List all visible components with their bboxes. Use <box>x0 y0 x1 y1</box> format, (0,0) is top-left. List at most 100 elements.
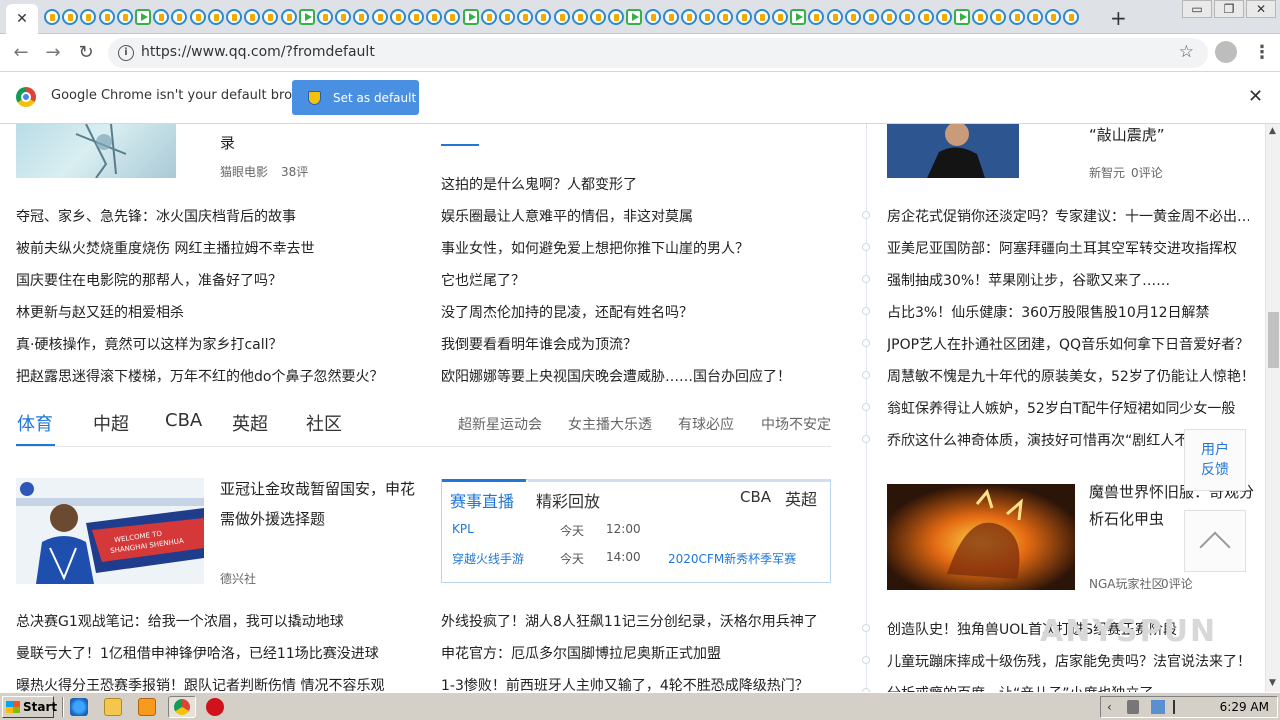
tab-favicon-icon[interactable] <box>972 9 989 25</box>
headline-link[interactable]: 真·硬核操作，竟然可以这样为家乡打call？ <box>16 334 283 354</box>
menu-kebab-icon[interactable]: ⋮ <box>1253 42 1271 63</box>
headline-link[interactable]: 曝热火得分王恐赛季报销！跟队记者判断伤情 情况不容乐观 <box>16 675 384 692</box>
tab-favicon-icon[interactable] <box>480 9 497 25</box>
page-scrollbar[interactable]: ▲ ▼ <box>1265 124 1280 692</box>
right-feature-title[interactable]: “敲山震虎” <box>1089 124 1165 145</box>
headline-link[interactable]: 把赵露思迷得滚下楼梯，万年不红的他do个鼻子忽然要火？ <box>16 366 383 386</box>
tab-favicon-icon[interactable] <box>371 9 388 25</box>
news-thumbnail-person[interactable] <box>887 124 1019 178</box>
tab-favicon-icon[interactable] <box>353 9 370 25</box>
tab-favicon-icon[interactable] <box>535 9 552 25</box>
headline-link[interactable]: 娱乐圈最让人意难平的情侣，非这对莫属 <box>441 206 693 226</box>
tab-favicon-icon[interactable] <box>662 9 679 25</box>
start-button[interactable]: Start <box>2 696 57 718</box>
tray-network-icon[interactable] <box>1151 700 1165 714</box>
tab-favicon-icon[interactable] <box>954 9 970 25</box>
tray-speaker-icon[interactable] <box>1127 700 1139 714</box>
tab-live[interactable]: 赛事直播 <box>450 488 514 512</box>
sports-feature-title-line1[interactable]: 亚冠让金玫哉暂留国安，申花 <box>220 478 415 499</box>
wow-source[interactable]: NGA玩家社区 <box>1089 575 1164 592</box>
tab-favicon-icon[interactable] <box>1063 9 1080 25</box>
tab-favicon-icon[interactable] <box>571 9 588 25</box>
tab-favicon-icon[interactable] <box>426 9 443 25</box>
reload-icon[interactable]: ↻ <box>73 41 99 65</box>
tab-favicon-icon[interactable] <box>735 9 752 25</box>
tab-favicon-icon[interactable] <box>262 9 279 25</box>
headline-link[interactable]: 我倒要看看明年谁会成为顶流？ <box>441 334 637 354</box>
sports-tab[interactable]: 中超 <box>93 410 129 436</box>
feature-title[interactable]: 录 <box>220 132 235 153</box>
sports-tab[interactable]: 体育 <box>17 410 53 436</box>
wow-title-line2[interactable]: 析石化甲虫 <box>1089 508 1164 529</box>
tab-favicon-icon[interactable] <box>389 9 406 25</box>
url-text[interactable]: https://www.qq.com/?fromdefault <box>141 44 375 60</box>
tab-favicon-icon[interactable] <box>1045 9 1061 25</box>
sports-tab[interactable]: CBA <box>165 410 202 431</box>
tab-favicon-icon[interactable] <box>899 9 916 25</box>
headline-link[interactable]: 亚美尼亚国防部：阿塞拜疆向土耳其空军转交进攻指挥权 <box>887 238 1249 258</box>
tab-replay[interactable]: 精彩回放 <box>536 488 600 512</box>
tab-favicon-icon[interactable] <box>335 9 352 25</box>
headline-link[interactable]: 夺冠、家乡、急先锋：冰火国庆档背后的故事 <box>16 206 296 226</box>
feature-source[interactable]: 猫眼电影 <box>220 163 268 180</box>
tab-favicon-icon[interactable] <box>681 9 697 25</box>
tab-favicon-icon[interactable] <box>990 9 1007 25</box>
headline-link[interactable]: 被前夫纵火焚烧重度烧伤 网红主播拉姆不幸去世 <box>16 238 314 258</box>
sports-link[interactable]: 有球必应 <box>678 414 734 434</box>
tab-favicon-icon[interactable] <box>626 9 643 25</box>
tab-favicon-icon[interactable] <box>116 9 133 25</box>
tab-favicon-icon[interactable] <box>717 9 734 25</box>
set-as-default-button[interactable]: Set as default <box>292 80 419 115</box>
tab-favicon-icon[interactable] <box>62 9 79 25</box>
headline-link[interactable]: 欧阳娜娜等要上央视国庆晚会遭威胁……国台办回应了！ <box>441 366 791 386</box>
sports-feature-source[interactable]: 德兴社 <box>220 570 256 587</box>
tab-favicon-icon[interactable] <box>844 9 861 25</box>
sports-tab[interactable]: 英超 <box>232 410 268 436</box>
ie-icon[interactable] <box>70 698 88 716</box>
tab-epl[interactable]: 英超 <box>785 486 817 510</box>
scroll-down-arrow-icon[interactable]: ▼ <box>1269 678 1276 688</box>
tab-favicon-icon[interactable] <box>808 9 825 25</box>
profile-avatar-icon[interactable] <box>1215 41 1237 63</box>
tab-favicon-icon[interactable] <box>790 9 807 25</box>
minimize-button[interactable]: ▭ <box>1182 0 1212 18</box>
stop-app-icon[interactable] <box>206 698 224 716</box>
tab-favicon-icon[interactable] <box>207 9 224 25</box>
close-infobar-icon[interactable]: ✕ <box>1248 86 1263 107</box>
tab-favicon-icon[interactable] <box>590 9 606 25</box>
tab-cba[interactable]: CBA <box>740 488 771 506</box>
tab-favicon-icon[interactable] <box>408 9 424 25</box>
tab-favicon-icon[interactable] <box>608 9 625 25</box>
headline-link[interactable]: 周慧敏不愧是九十年代的原装美女，52岁了仍能让人惊艳！ <box>887 366 1249 386</box>
sports-link[interactable]: 中场不安定 <box>761 414 831 434</box>
sports-feature-title-line2[interactable]: 需做外援选择题 <box>220 508 325 529</box>
headline-link[interactable]: 申花官方：厄瓜多尔国脚博拉尼奥斯正式加盟 <box>441 643 721 663</box>
close-window-button[interactable]: ✕ <box>1246 0 1276 18</box>
tab-favicon-icon[interactable] <box>171 9 188 25</box>
tab-favicon-icon[interactable] <box>280 9 297 25</box>
tray-flag-icon[interactable] <box>1173 700 1185 714</box>
headline-link[interactable]: 事业女性，如何避免爱上想把你推下山崖的男人？ <box>441 238 749 258</box>
tab-favicon-icon[interactable] <box>44 9 60 25</box>
tab-favicon-icon[interactable] <box>1008 9 1025 25</box>
headline-link[interactable]: 儿童玩蹦床摔成十级伤残，店家能免责吗？法官说法来了！ <box>887 651 1251 671</box>
feature-comments[interactable]: 38评 <box>281 163 308 180</box>
scrollbar-thumb[interactable] <box>1268 312 1279 368</box>
active-tab[interactable]: ✕ <box>6 4 38 34</box>
sports-tab[interactable]: 社区 <box>306 410 342 436</box>
tab-favicon-icon[interactable] <box>153 9 170 25</box>
match-name[interactable]: KPL <box>452 522 474 536</box>
tab-favicon-icon[interactable] <box>863 9 879 25</box>
tab-favicon-icon[interactable] <box>826 9 843 25</box>
tab-favicon-icon[interactable] <box>226 9 242 25</box>
sports-link[interactable]: 女主播大乐透 <box>568 414 652 434</box>
headline-link[interactable]: 林更新与赵又廷的相爱相杀 <box>16 302 184 322</box>
tab-favicon-icon[interactable] <box>499 9 515 25</box>
site-info-icon[interactable]: i <box>118 45 134 61</box>
match-event[interactable]: 2020CFM新秀杯季军赛 <box>668 550 796 567</box>
address-bar[interactable]: i https://www.qq.com/?fromdefault ☆ <box>108 38 1208 68</box>
headline-link[interactable]: JPOP艺人在扑通社区团建，QQ音乐如何拿下日音爱好者？ <box>887 334 1249 354</box>
tab-favicon-icon[interactable] <box>80 9 97 25</box>
headline-link[interactable]: 强制抽成30%！苹果刚让步，谷歌又来了…… <box>887 270 1249 290</box>
headline-link[interactable]: 曼联亏大了！1亿租借申神锋伊哈洛，已经11场比赛没进球 <box>16 643 379 663</box>
